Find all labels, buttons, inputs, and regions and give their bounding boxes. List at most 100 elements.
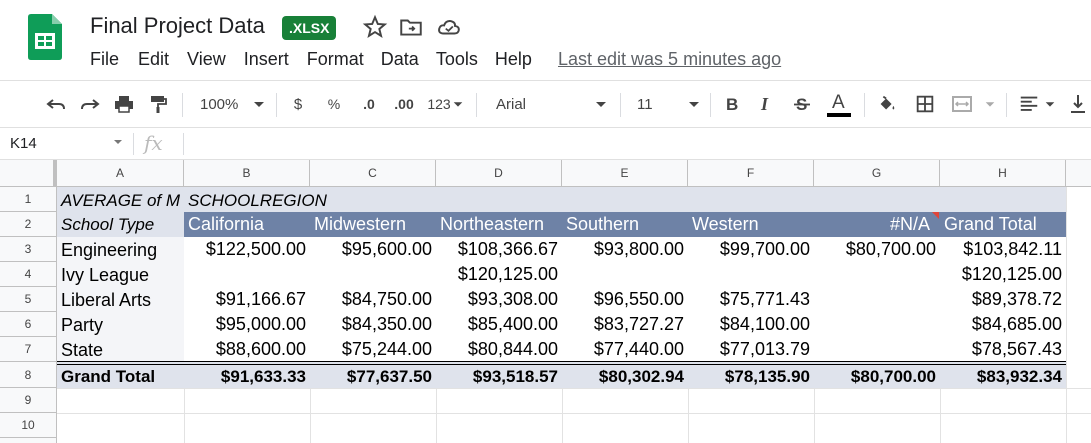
currency-format-button[interactable]: $ — [290, 91, 306, 117]
value-cell[interactable]: $77,013.79 — [688, 337, 814, 362]
grand-total-cell[interactable]: $80,302.94 — [562, 365, 688, 388]
value-cell[interactable]: $103,842.11 — [940, 237, 1066, 262]
menu-format[interactable]: Format — [307, 49, 364, 70]
spreadsheet-grid[interactable]: AVERAGE of M SCHOOLREGION School Type Ca… — [57, 187, 1091, 443]
value-cell[interactable]: $88,600.00 — [184, 337, 310, 362]
last-edit-link[interactable]: Last edit was 5 minutes ago — [558, 49, 781, 70]
value-cell[interactable]: $120,125.00 — [436, 262, 562, 287]
value-cell[interactable] — [562, 262, 688, 287]
pivot-column-field[interactable]: SCHOOLREGION — [184, 187, 484, 212]
value-cell[interactable]: $93,308.00 — [436, 287, 562, 312]
paint-format-icon[interactable] — [146, 91, 170, 117]
chevron-down-icon[interactable] — [687, 91, 701, 117]
column-header[interactable]: G — [814, 160, 940, 187]
value-cell[interactable]: $84,350.00 — [310, 312, 436, 337]
chevron-down-icon[interactable] — [452, 91, 464, 117]
italic-icon[interactable]: I — [757, 91, 777, 117]
print-icon[interactable] — [112, 91, 136, 117]
row-header[interactable]: 10 — [0, 413, 56, 438]
grand-total-cell[interactable]: $78,135.90 — [688, 365, 814, 388]
zoom-select[interactable]: 100% — [200, 91, 244, 117]
chevron-down-icon[interactable] — [113, 137, 123, 147]
row-header[interactable]: 7 — [0, 337, 56, 362]
chevron-down-icon[interactable] — [594, 91, 608, 117]
column-header[interactable]: B — [184, 160, 310, 187]
value-cell[interactable]: $122,500.00 — [184, 237, 310, 262]
sheets-logo-icon[interactable] — [28, 14, 62, 60]
redo-icon[interactable] — [78, 91, 102, 117]
grand-total-cell[interactable]: $83,932.34 — [940, 365, 1066, 388]
value-cell[interactable]: $84,685.00 — [940, 312, 1066, 337]
font-family-select[interactable]: Arial — [496, 91, 556, 117]
value-cell[interactable] — [184, 262, 310, 287]
chevron-down-icon[interactable] — [984, 91, 996, 117]
value-cell[interactable]: $89,378.72 — [940, 287, 1066, 312]
value-cell[interactable]: $77,440.00 — [562, 337, 688, 362]
column-header[interactable]: A — [57, 160, 184, 187]
strikethrough-icon[interactable]: S — [792, 91, 812, 117]
value-cell[interactable]: $108,366.67 — [436, 237, 562, 262]
value-cell[interactable] — [688, 262, 814, 287]
value-cell[interactable]: $84,100.00 — [688, 312, 814, 337]
star-icon[interactable] — [362, 14, 388, 40]
pivot-column-header[interactable]: Northeastern — [436, 212, 562, 237]
undo-icon[interactable] — [44, 91, 68, 117]
pivot-column-header[interactable]: Grand Total — [940, 212, 1066, 237]
pivot-column-header[interactable]: Western — [688, 212, 814, 237]
column-header[interactable]: C — [310, 160, 436, 187]
value-cell[interactable]: $120,125.00 — [940, 262, 1066, 287]
menu-help[interactable]: Help — [495, 49, 532, 70]
value-cell[interactable]: $91,166.67 — [184, 287, 310, 312]
pivot-column-header[interactable]: #N/A — [814, 212, 940, 237]
value-cell[interactable]: $99,700.00 — [688, 237, 814, 262]
name-box[interactable]: K14 — [10, 135, 37, 152]
value-cell[interactable]: $84,750.00 — [310, 287, 436, 312]
menu-insert[interactable]: Insert — [244, 49, 289, 70]
value-cell[interactable]: $80,844.00 — [436, 337, 562, 362]
horizontal-align-icon[interactable] — [1018, 91, 1040, 117]
column-header[interactable]: F — [688, 160, 814, 187]
row-label[interactable]: State — [57, 337, 184, 362]
pivot-value-label[interactable]: AVERAGE of M — [57, 187, 184, 212]
pivot-column-header[interactable]: Midwestern — [310, 212, 436, 237]
menu-tools[interactable]: Tools — [436, 49, 478, 70]
row-label[interactable]: Engineering — [57, 237, 184, 262]
row-header[interactable]: 3 — [0, 237, 56, 262]
pivot-column-header[interactable]: California — [184, 212, 310, 237]
grand-total-cell[interactable]: $80,700.00 — [814, 365, 940, 388]
row-label[interactable]: Party — [57, 312, 184, 337]
row-header[interactable]: 1 — [0, 187, 56, 212]
pivot-column-header[interactable]: Southern — [562, 212, 688, 237]
row-header[interactable]: 8 — [0, 362, 56, 388]
value-cell[interactable]: $83,727.27 — [562, 312, 688, 337]
more-formats-button[interactable]: 123 — [425, 91, 453, 117]
value-cell[interactable] — [814, 262, 940, 287]
percent-format-button[interactable]: % — [325, 91, 343, 117]
grand-total-label[interactable]: Grand Total — [57, 365, 184, 388]
value-cell[interactable]: $80,700.00 — [814, 237, 940, 262]
row-header[interactable]: 4 — [0, 262, 56, 287]
grand-total-cell[interactable]: $93,518.57 — [436, 365, 562, 388]
row-header[interactable]: 6 — [0, 312, 56, 337]
pivot-row-field[interactable]: School Type — [57, 212, 184, 237]
increase-decimal-button[interactable]: .00 — [391, 91, 417, 117]
value-cell[interactable]: $96,550.00 — [562, 287, 688, 312]
value-cell[interactable] — [814, 287, 940, 312]
decrease-decimal-button[interactable]: .0 — [358, 91, 380, 117]
row-label[interactable]: Ivy League — [57, 262, 184, 287]
select-all-corner[interactable] — [0, 160, 57, 187]
value-cell[interactable]: $75,244.00 — [310, 337, 436, 362]
menu-data[interactable]: Data — [381, 49, 419, 70]
menu-edit[interactable]: Edit — [138, 49, 169, 70]
value-cell[interactable]: $95,000.00 — [184, 312, 310, 337]
value-cell[interactable]: $85,400.00 — [436, 312, 562, 337]
column-header[interactable]: D — [436, 160, 562, 187]
chevron-down-icon[interactable] — [1044, 91, 1056, 117]
cloud-status-icon[interactable] — [436, 14, 462, 40]
borders-icon[interactable] — [914, 91, 936, 117]
value-cell[interactable]: $75,771.43 — [688, 287, 814, 312]
row-label[interactable]: Liberal Arts — [57, 287, 184, 312]
grand-total-cell[interactable]: $91,633.33 — [184, 365, 310, 388]
move-folder-icon[interactable] — [398, 14, 424, 40]
document-title[interactable]: Final Project Data — [90, 13, 265, 39]
